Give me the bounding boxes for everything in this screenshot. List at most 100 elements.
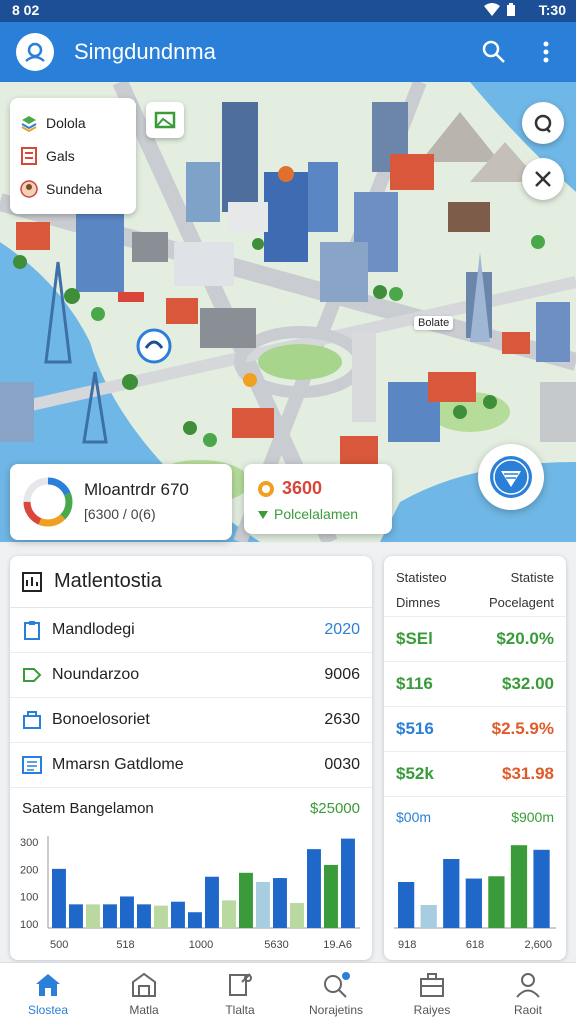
map-layers-card: Dolola Gals Sundeha bbox=[10, 98, 136, 214]
side-left-value: $516 bbox=[396, 719, 434, 738]
nav-label: Norajetins bbox=[308, 1002, 364, 1017]
x-tick-label: 918 bbox=[398, 939, 416, 951]
wifi-icon bbox=[484, 3, 500, 16]
stat-label: Mandlodegi bbox=[52, 621, 135, 638]
locate-button[interactable] bbox=[522, 102, 564, 144]
map-tag-label[interactable]: Bolate bbox=[414, 316, 454, 330]
x-tick-label: 2,600 bbox=[524, 939, 552, 951]
app-logo-icon[interactable] bbox=[16, 33, 54, 71]
money-caption-row: Polcelalamen bbox=[256, 506, 358, 522]
side-left-value: $SEl bbox=[396, 629, 433, 648]
chart-bar bbox=[324, 864, 338, 928]
stat-value: 2020 bbox=[324, 621, 360, 638]
app-title: Simgdundnma bbox=[74, 39, 216, 64]
stack-icon bbox=[20, 114, 38, 132]
list-icon bbox=[22, 755, 42, 775]
summary-label: Satem Bangelamon bbox=[22, 799, 154, 817]
money-value: 3600 bbox=[282, 478, 323, 498]
side-left-value: $52k bbox=[396, 764, 434, 783]
chart-bar bbox=[103, 904, 117, 928]
person-icon bbox=[514, 971, 542, 999]
stat-row[interactable]: Noundarzoo 9006 bbox=[10, 653, 372, 698]
y-tick-label: 200 bbox=[20, 864, 38, 876]
stat-label: Bonoelosoriet bbox=[52, 711, 150, 728]
chart-bar bbox=[443, 859, 460, 928]
nav-item-search[interactable]: Norajetins bbox=[288, 963, 384, 1024]
side-summary-left: $00m bbox=[396, 809, 432, 825]
stat-row[interactable]: Bonoelosoriet 2630 bbox=[10, 698, 372, 743]
battery-icon bbox=[507, 3, 515, 16]
chart-bar bbox=[137, 904, 151, 928]
stat-row[interactable]: Mmarsn Gatdlome 0030 bbox=[10, 743, 372, 788]
side-row[interactable]: $116 $32.00 bbox=[384, 662, 566, 707]
panel-header: Matlentostia bbox=[10, 556, 372, 608]
avatar-icon bbox=[20, 179, 38, 198]
chart-bar bbox=[171, 901, 185, 928]
chart-bar bbox=[120, 896, 134, 928]
side-stats-panel: Statisteo Statiste Dimnes Pocelagent $SE… bbox=[384, 556, 566, 960]
chart-bar bbox=[307, 849, 321, 928]
money-caption: Polcelalamen bbox=[274, 506, 359, 522]
layer-item[interactable]: Sundeha bbox=[20, 172, 126, 205]
side-row[interactable]: $52k $31.98 bbox=[384, 752, 566, 797]
stat-row[interactable]: Mandlodegi 2020 bbox=[10, 608, 372, 653]
chart-bar bbox=[86, 904, 100, 928]
search-button[interactable] bbox=[472, 30, 516, 74]
more-options-button[interactable] bbox=[524, 30, 568, 74]
layer-item[interactable]: Dolola bbox=[20, 106, 126, 139]
tools-button[interactable] bbox=[522, 158, 564, 200]
status-time-left: 8 02 bbox=[12, 2, 40, 18]
stat-label: Mmarsn Gatdlome bbox=[52, 756, 184, 773]
side-header: Statisteo Statiste bbox=[384, 556, 566, 585]
nav-label: Raoit bbox=[513, 1002, 542, 1017]
x-tick-label: 5630 bbox=[264, 939, 288, 951]
bottom-navigation: Slostea Matla Tlalta Norajetins Raiyes R… bbox=[0, 962, 576, 1024]
progress-card[interactable]: Mloantrdr 670 [6300 / 0(6) bbox=[10, 464, 232, 540]
chart-bar bbox=[239, 872, 253, 928]
layer-label: Sundeha bbox=[46, 180, 103, 197]
layer-label: Dolola bbox=[46, 114, 86, 131]
side-right-value: $31.98 bbox=[502, 764, 554, 783]
side-row[interactable]: $SEl $20.0% bbox=[384, 617, 566, 662]
layer-item[interactable]: Gals bbox=[20, 139, 126, 172]
nav-label: Matla bbox=[129, 1002, 159, 1017]
side-bar-chart: 918 618 2,600 bbox=[394, 845, 556, 951]
nav-item-jobs[interactable]: Raiyes bbox=[384, 963, 480, 1024]
side-col1-title: Statisteo bbox=[396, 570, 447, 585]
chart-bar bbox=[52, 868, 66, 928]
document-icon bbox=[20, 146, 38, 165]
side-row[interactable]: $516 $2.5.9% bbox=[384, 707, 566, 752]
filter-fab[interactable] bbox=[478, 444, 544, 510]
chart-bar bbox=[465, 878, 482, 928]
tools-icon bbox=[535, 171, 551, 187]
side-summary-right: $900m bbox=[511, 809, 554, 825]
y-tick-label: 100 bbox=[20, 892, 38, 904]
nav-label: Slostea bbox=[27, 1002, 69, 1017]
filter-icon bbox=[490, 456, 532, 498]
nav-item-profile[interactable]: Raoit bbox=[480, 963, 576, 1024]
stat-value: 9006 bbox=[324, 666, 360, 683]
map-mode-button[interactable] bbox=[146, 102, 184, 138]
progress-ring bbox=[23, 477, 73, 527]
nav-item-home[interactable]: Slostea bbox=[0, 963, 96, 1024]
storefront-icon bbox=[130, 971, 158, 999]
chart-icon bbox=[22, 571, 42, 592]
chart-bar bbox=[273, 878, 287, 928]
nav-item-map[interactable]: Matla bbox=[96, 963, 192, 1024]
status-time-right: T:30 bbox=[538, 2, 566, 18]
side-col2-sub: Pocelagent bbox=[488, 595, 554, 610]
chart-bar bbox=[154, 905, 168, 928]
money-card[interactable]: 3600 Polcelalamen bbox=[244, 464, 392, 534]
coin-icon bbox=[258, 480, 274, 497]
progress-title: Mloantrdr 670 bbox=[84, 480, 189, 499]
chart-bar bbox=[420, 905, 437, 928]
nav-label: Tlalta bbox=[225, 1002, 255, 1017]
search-badge-icon bbox=[321, 971, 351, 999]
chart-bar bbox=[188, 912, 202, 928]
side-subheader: Dimnes Pocelagent bbox=[384, 585, 566, 617]
app-bar: Simgdundnma bbox=[0, 22, 576, 82]
side-right-value: $2.5.9% bbox=[491, 719, 554, 738]
chart-bar bbox=[290, 903, 304, 928]
nav-item-notes[interactable]: Tlalta bbox=[192, 963, 288, 1024]
chart-bar bbox=[488, 876, 505, 928]
